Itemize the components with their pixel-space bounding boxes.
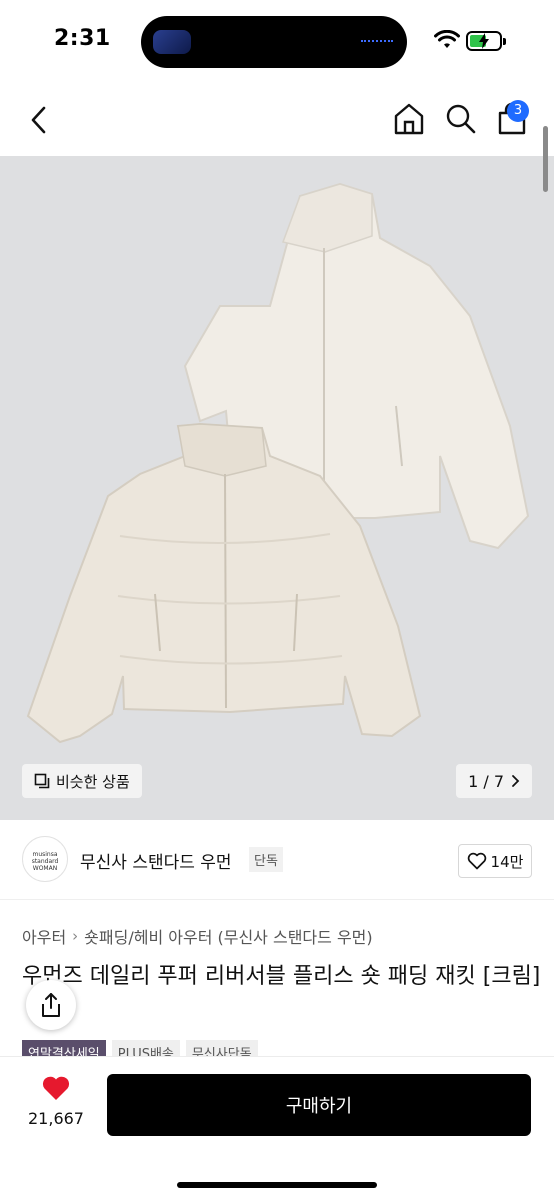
brand-name[interactable]: 무신사 스탠다드 우먼	[80, 848, 232, 873]
product-image[interactable]: 비슷한 상품 1 / 7	[0, 156, 554, 820]
wishlist-button[interactable]: 21,667	[18, 1075, 94, 1128]
scrollbar-thumb[interactable]	[543, 126, 548, 192]
share-icon	[42, 993, 60, 1017]
heart-outline-icon	[467, 852, 486, 870]
buy-button[interactable]: 구매하기	[107, 1074, 531, 1136]
status-bar: 2:31	[0, 0, 554, 84]
heart-filled-icon	[42, 1076, 70, 1100]
similar-products-label: 비슷한 상품	[56, 772, 130, 791]
similar-products-button[interactable]: 비슷한 상품	[22, 764, 142, 798]
battery-icon	[466, 31, 506, 51]
home-indicator	[177, 1182, 377, 1188]
cart-count-badge: 3	[507, 100, 529, 122]
back-chevron-icon[interactable]	[28, 104, 50, 136]
chevron-right-icon	[512, 775, 520, 787]
brand-exclusive-tag: 단독	[249, 847, 283, 872]
image-pager-text: 1 / 7	[468, 771, 504, 791]
breadcrumb-item[interactable]: 아우터	[22, 924, 66, 948]
live-activity-icon	[153, 30, 191, 54]
breadcrumb-item[interactable]: 숏패딩/헤비 아우터 (무신사 스탠다드 우먼)	[84, 924, 372, 948]
dynamic-island	[141, 16, 407, 68]
bottom-action-bar: 21,667 구매하기	[0, 1056, 554, 1200]
status-time: 2:31	[54, 26, 111, 51]
wifi-icon	[434, 30, 460, 48]
similar-products-icon	[34, 773, 50, 789]
home-icon[interactable]	[392, 102, 426, 136]
brand-row: musinsa standard WOMAN 무신사 스탠다드 우먼 단독 14…	[0, 820, 554, 900]
share-button[interactable]	[26, 980, 76, 1030]
top-nav	[0, 84, 554, 156]
brand-like-count: 14만	[490, 852, 524, 871]
image-pager[interactable]: 1 / 7	[456, 764, 532, 798]
brand-logo[interactable]: musinsa standard WOMAN	[22, 836, 68, 882]
brand-like-button[interactable]: 14만	[458, 844, 532, 878]
wishlist-count: 21,667	[28, 1109, 84, 1128]
jacket-illustration	[26, 182, 530, 744]
product-title: 우먼즈 데일리 푸퍼 리버서블 플리스 숏 패딩 재킷 [크림]	[22, 964, 541, 989]
chevron-right-icon: ›	[72, 927, 79, 945]
breadcrumb: 아우터 › 숏패딩/헤비 아우터 (무신사 스탠다드 우먼)	[22, 924, 373, 948]
dots-indicator-icon	[361, 40, 393, 42]
search-icon[interactable]	[444, 102, 478, 136]
